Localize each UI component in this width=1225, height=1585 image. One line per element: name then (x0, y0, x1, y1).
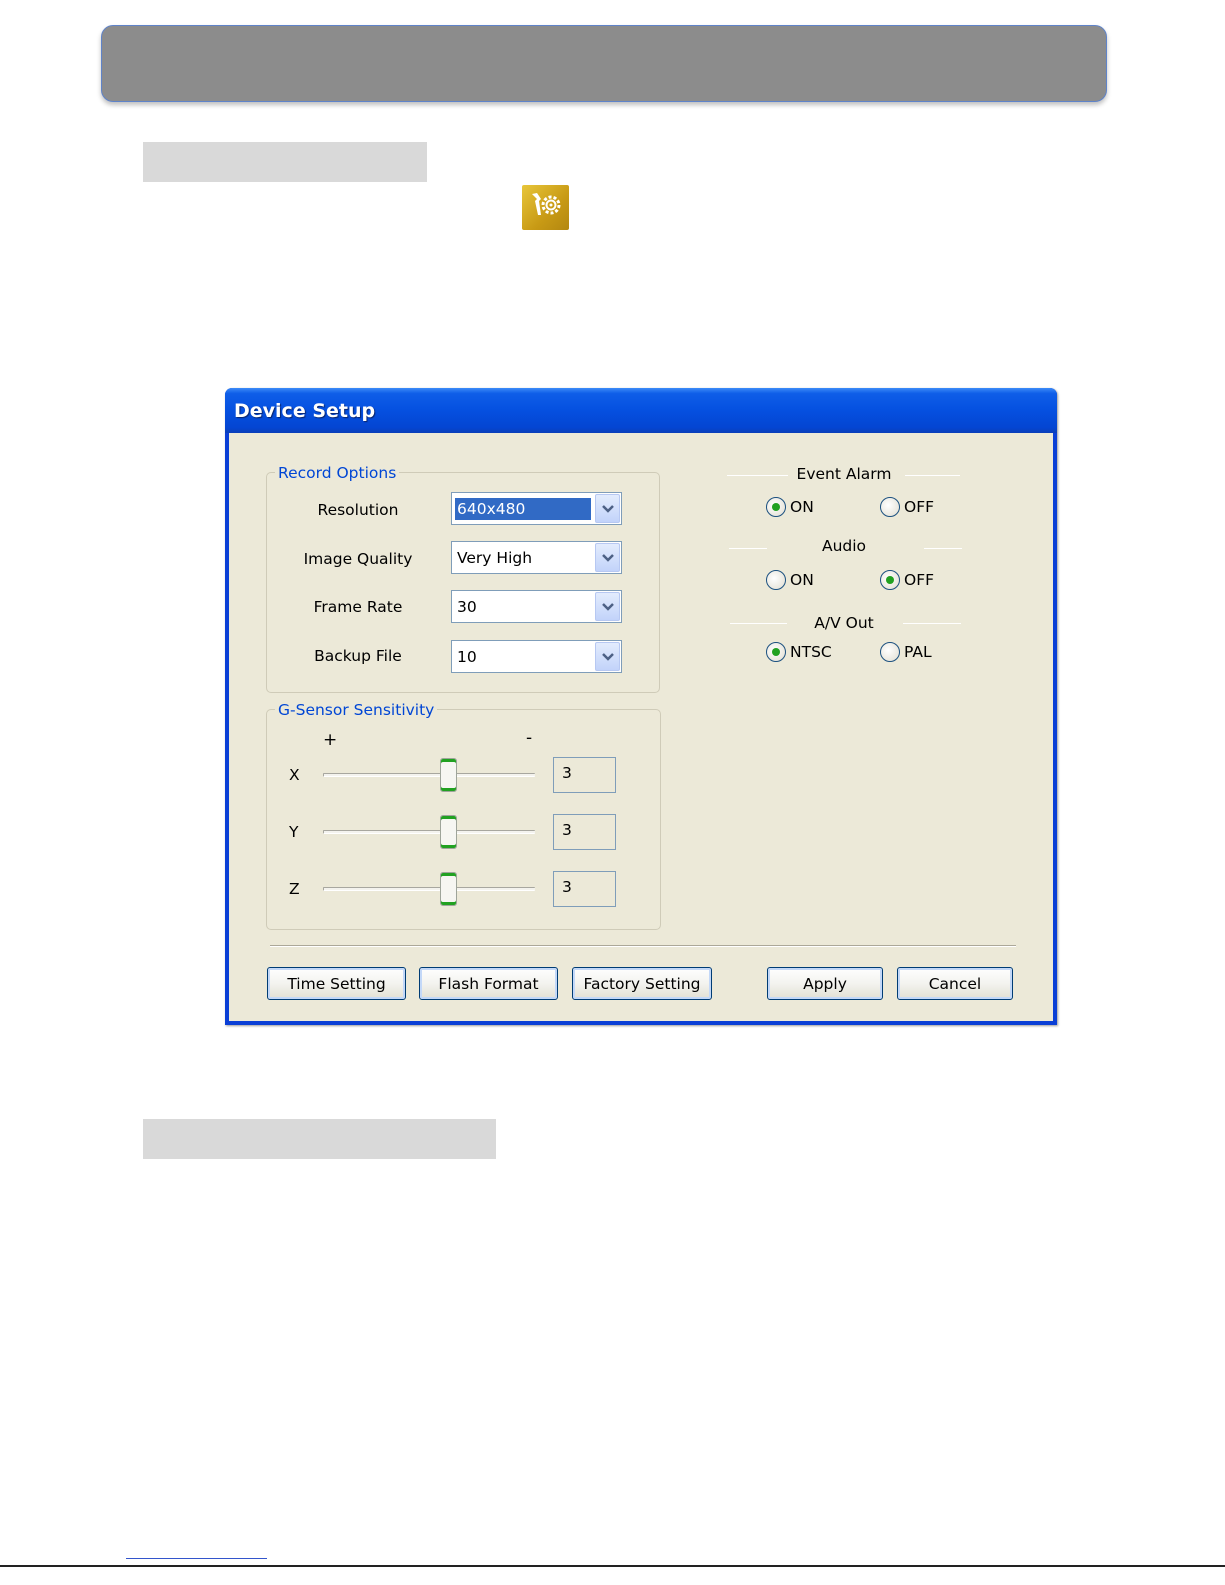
event-alarm-on-label: ON (790, 498, 814, 516)
event-alarm-off-label: OFF (904, 498, 935, 516)
z-slider-thumb[interactable] (440, 872, 457, 906)
audio-divider-left (729, 548, 767, 549)
x-slider-thumb[interactable] (440, 758, 457, 792)
radio-indicator (880, 497, 900, 517)
page-header-banner (101, 25, 1107, 102)
audio-off-label: OFF (904, 571, 935, 589)
dialog-titlebar[interactable]: Device Setup (225, 388, 1057, 433)
frame-rate-label: Frame Rate (313, 598, 403, 616)
image-quality-select[interactable]: Very High (451, 541, 622, 574)
frame-rate-value: 30 (457, 598, 477, 616)
backup-file-dropdown-button[interactable] (595, 642, 620, 671)
audio-divider-right (924, 548, 962, 549)
audio-off-radio[interactable]: OFF (880, 569, 950, 591)
section-heading-bar (143, 1119, 496, 1159)
z-axis-label: Z (289, 880, 300, 898)
radio-indicator (880, 642, 900, 662)
x-axis-label: X (289, 766, 300, 784)
x-sensitivity-value-box: 3 (553, 757, 616, 793)
y-axis-label: Y (289, 823, 299, 841)
av-out-divider-right (903, 623, 961, 624)
radio-indicator (766, 642, 786, 662)
event-alarm-off-radio[interactable]: OFF (880, 496, 950, 518)
z-sensitivity-value: 3 (562, 878, 572, 896)
chevron-down-icon (602, 505, 614, 513)
resolution-dropdown-button[interactable] (595, 494, 620, 523)
x-sensitivity-value: 3 (562, 764, 572, 782)
event-alarm-title: Event Alarm (796, 465, 892, 483)
resolution-label: Resolution (317, 501, 399, 519)
av-out-pal-radio[interactable]: PAL (880, 641, 950, 663)
y-slider-thumb[interactable] (440, 815, 457, 849)
image-quality-value: Very High (457, 549, 533, 567)
z-sensitivity-slider[interactable] (323, 887, 535, 891)
backup-file-value: 10 (457, 648, 477, 666)
button-row-separator (270, 945, 1016, 947)
event-alarm-divider-right (905, 475, 960, 476)
audio-on-label: ON (790, 571, 814, 589)
audio-title: Audio (821, 537, 867, 555)
settings-tools-icon[interactable] (522, 185, 569, 230)
dialog-title: Device Setup (234, 400, 376, 422)
chevron-down-icon (602, 554, 614, 562)
radio-indicator (880, 570, 900, 590)
event-alarm-on-radio[interactable]: ON (766, 496, 836, 518)
sensitivity-plus-label: + (323, 730, 338, 750)
backup-file-select[interactable]: 10 (451, 640, 622, 673)
av-out-ntsc-radio[interactable]: NTSC (766, 641, 846, 663)
cancel-button[interactable]: Cancel (897, 967, 1013, 1000)
radio-indicator (766, 497, 786, 517)
image-quality-dropdown-button[interactable] (595, 543, 620, 572)
apply-button[interactable]: Apply (767, 967, 883, 1000)
section-heading-bar (143, 142, 427, 182)
av-out-divider-left (730, 623, 787, 624)
time-setting-button[interactable]: Time Setting (267, 967, 406, 1000)
dialog-client-area: Record Options Resolution 640x480 Image … (229, 433, 1053, 1021)
event-alarm-divider-left (727, 475, 788, 476)
factory-setting-button[interactable]: Factory Setting (572, 967, 712, 1000)
resolution-value: 640x480 (455, 498, 591, 520)
chevron-down-icon (602, 603, 614, 611)
flash-format-button[interactable]: Flash Format (419, 967, 558, 1000)
radio-indicator (766, 570, 786, 590)
y-sensitivity-value-box: 3 (553, 814, 616, 850)
frame-rate-dropdown-button[interactable] (595, 592, 620, 621)
resolution-select[interactable]: 640x480 (451, 492, 622, 525)
y-sensitivity-slider[interactable] (323, 830, 535, 834)
av-out-ntsc-label: NTSC (790, 643, 832, 661)
g-sensor-legend: G-Sensor Sensitivity (275, 701, 438, 719)
frame-rate-select[interactable]: 30 (451, 590, 622, 623)
image-quality-label: Image Quality (303, 550, 413, 568)
footer-link-underline (126, 1558, 267, 1559)
chevron-down-icon (602, 653, 614, 661)
record-options-legend: Record Options (275, 464, 400, 482)
footer-rule (0, 1565, 1225, 1567)
device-setup-dialog: Device Setup Record Options Resolution 6… (225, 388, 1057, 1025)
z-sensitivity-value-box: 3 (553, 871, 616, 907)
backup-file-label: Backup File (314, 647, 402, 665)
y-sensitivity-value: 3 (562, 821, 572, 839)
av-out-title: A/V Out (814, 614, 874, 632)
av-out-pal-label: PAL (904, 643, 932, 661)
x-sensitivity-slider[interactable] (323, 773, 535, 777)
sensitivity-minus-label: - (526, 728, 533, 748)
audio-on-radio[interactable]: ON (766, 569, 836, 591)
